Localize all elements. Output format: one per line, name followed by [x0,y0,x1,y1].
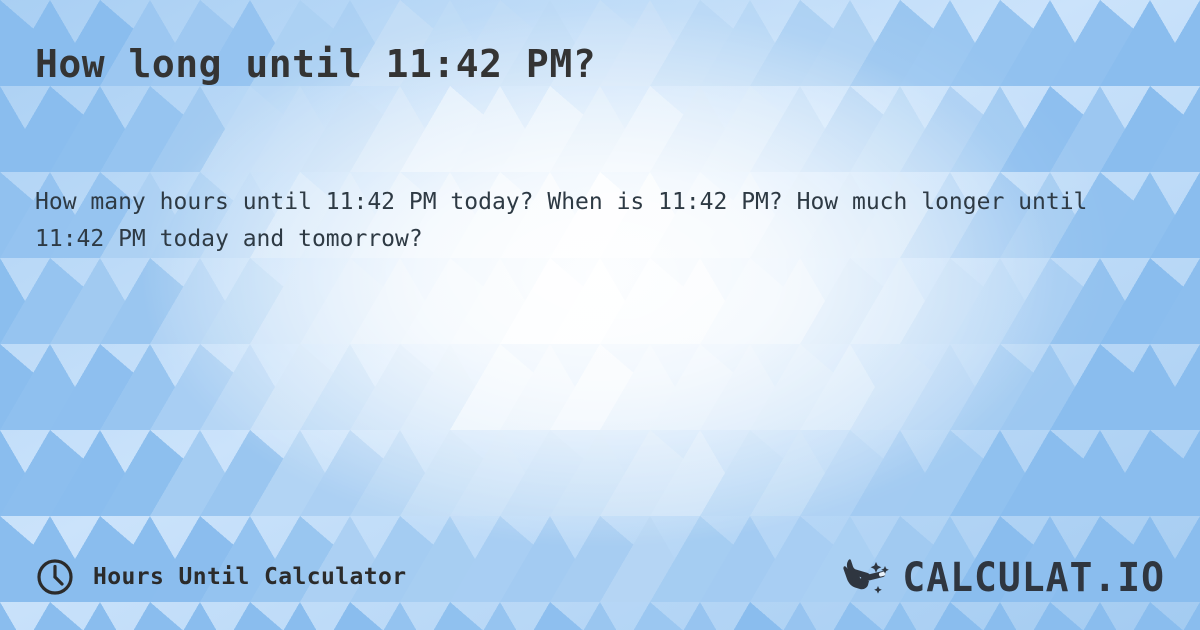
clock-icon [35,557,75,597]
footer-tool-label: Hours Until Calculator [93,564,407,590]
footer-tool-brand: Hours Until Calculator [35,557,406,597]
site-logo[interactable]: CALCULAT.IO [840,555,1165,599]
social-share-card: How long until 11:42 PM? How many hours … [0,0,1200,630]
card-footer: Hours Until Calculator CALCULAT.IO [0,552,1200,602]
page-title: How long until 11:42 PM? [35,42,597,86]
page-description: How many hours until 11:42 PM today? Whe… [35,189,1088,252]
magic-wand-hand-icon [840,555,896,599]
site-logo-text: CALCULAT.IO [902,553,1165,601]
